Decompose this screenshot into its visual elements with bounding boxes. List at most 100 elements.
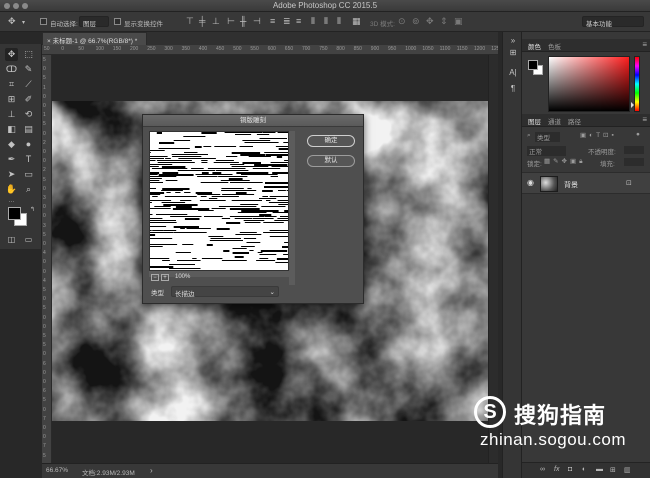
path-select-tool-icon[interactable]: ➤ bbox=[5, 168, 18, 181]
distribute-vcenter-icon[interactable]: ≣ bbox=[283, 16, 291, 27]
filter-icons[interactable]: ▣◐T⊡▪ bbox=[580, 131, 617, 139]
lock-icons[interactable]: ▦✎✥▣🔒︎ bbox=[544, 157, 586, 166]
distribute-left-icon[interactable]: ⦀ bbox=[311, 16, 315, 27]
zoom-value: 100% bbox=[175, 274, 191, 280]
slide-3d-icon[interactable]: ⇕ bbox=[440, 16, 448, 27]
align-bottom-icon[interactable]: ⊥ bbox=[212, 16, 220, 27]
roll-3d-icon[interactable]: ⊚ bbox=[412, 16, 420, 27]
workspace-switcher[interactable]: 基本功能 bbox=[582, 16, 644, 28]
horizontal-ruler[interactable]: 50 0 50 100 150 200 250 300 350 400 450 500 550 600 65… bbox=[42, 45, 498, 55]
ruler-tick-label: 0 bbox=[43, 149, 46, 155]
eyedropper-tool-icon[interactable]: ⟋ bbox=[22, 78, 35, 91]
document-tab[interactable]: × 未标题-1 @ 66.7%(RGB/8*) * bbox=[42, 32, 147, 45]
clone-stamp-tool-icon[interactable]: ⊥ bbox=[5, 108, 18, 121]
auto-align-icon[interactable]: ▦ bbox=[352, 16, 361, 27]
history-panel-icon[interactable]: ⊞ bbox=[507, 48, 519, 60]
hue-slider-handle[interactable] bbox=[631, 102, 634, 108]
show-transform-checkbox[interactable] bbox=[114, 18, 121, 25]
fx-icon[interactable]: fx bbox=[554, 466, 559, 473]
rectangle-tool-icon[interactable]: ▭ bbox=[22, 168, 35, 181]
brush-tool-icon[interactable]: ✐ bbox=[22, 93, 35, 106]
align-top-icon[interactable]: ⊤ bbox=[186, 16, 194, 27]
vertical-ruler[interactable]: 5051001502002503003504004505005506006507… bbox=[42, 55, 52, 463]
foreground-color-swatch[interactable] bbox=[528, 60, 538, 70]
panel-menu-icon[interactable]: ≡ bbox=[642, 40, 647, 49]
fill-field[interactable] bbox=[624, 158, 644, 166]
type-tool-icon[interactable]: T bbox=[22, 153, 35, 166]
align-vcenter-icon[interactable]: ╪ bbox=[199, 16, 205, 27]
color-picker-field[interactable] bbox=[548, 56, 630, 112]
history-brush-tool-icon[interactable]: ⟲ bbox=[22, 108, 35, 121]
auto-select-checkbox[interactable] bbox=[40, 18, 47, 25]
auto-select-dropdown[interactable]: 图层 bbox=[79, 16, 109, 28]
hand-tool-icon[interactable]: ✋ bbox=[5, 183, 18, 196]
dodge-tool-icon[interactable]: ● bbox=[22, 138, 35, 151]
move-tool-icon[interactable]: ✥ bbox=[8, 16, 16, 27]
distribute-top-icon[interactable]: ≡ bbox=[270, 16, 275, 27]
zoom-out-button[interactable]: − bbox=[151, 274, 159, 281]
ruler-tick-label: 200 bbox=[130, 46, 139, 52]
watermark-brand: 搜狗指南 bbox=[514, 403, 607, 428]
trash-icon[interactable]: ▥ bbox=[624, 466, 631, 474]
pen-tool-icon[interactable]: ✒ bbox=[5, 153, 18, 166]
ruler-tick-label: 400 bbox=[198, 46, 208, 52]
lasso-tool-icon[interactable]: ↀ bbox=[5, 63, 18, 76]
tab-layers[interactable]: 图层 bbox=[528, 116, 541, 126]
align-right-icon[interactable]: ⊣ bbox=[253, 16, 261, 27]
quick-mask-icon[interactable]: ◫ bbox=[5, 233, 18, 246]
panel-menu-icon[interactable]: ≡ bbox=[642, 115, 647, 124]
add-mask-icon[interactable]: ◘ bbox=[568, 466, 572, 473]
blend-mode-dropdown[interactable]: 正常 bbox=[527, 146, 566, 156]
watermark-url: zhinan.sogou.com bbox=[480, 430, 626, 449]
zoom-level[interactable]: 66.67% bbox=[46, 467, 68, 474]
crop-tool-icon[interactable]: ⌗ bbox=[5, 78, 18, 91]
scale-3d-icon[interactable]: ▣ bbox=[454, 16, 463, 27]
distribute-bottom-icon[interactable]: ≡ bbox=[296, 16, 301, 27]
new-group-icon[interactable]: ▬ bbox=[596, 466, 603, 473]
eye-icon[interactable]: ◉ bbox=[527, 178, 534, 187]
eraser-tool-icon[interactable]: ◧ bbox=[5, 123, 18, 136]
pan-3d-icon[interactable]: ✥ bbox=[426, 16, 434, 27]
foreground-color-swatch[interactable] bbox=[8, 207, 21, 220]
zoom-in-button[interactable]: + bbox=[161, 274, 169, 281]
opacity-field[interactable] bbox=[624, 146, 644, 154]
screen-mode-icon[interactable]: ▭ bbox=[22, 233, 35, 246]
type-dropdown[interactable]: 长描边 ⌄ bbox=[171, 286, 279, 298]
tab-swatches[interactable]: 色板 bbox=[548, 41, 561, 51]
layer-row-background[interactable]: ◉ 背景 ⊡ bbox=[522, 172, 650, 194]
zoom-tool-icon[interactable]: ⌕ bbox=[22, 183, 35, 196]
paragraph-panel-icon[interactable]: ¶ bbox=[507, 84, 519, 96]
tab-channels[interactable]: 通道 bbox=[548, 116, 561, 126]
swap-colors-icon[interactable]: ↰ bbox=[26, 204, 39, 217]
tab-color[interactable]: 颜色 bbox=[528, 41, 541, 51]
filter-toggle-icon[interactable]: ● bbox=[636, 131, 640, 138]
quick-select-tool-icon[interactable]: ✎ bbox=[22, 63, 35, 76]
ruler-tick-label: 0 bbox=[43, 185, 46, 192]
healing-brush-tool-icon[interactable]: ⊞ bbox=[5, 93, 18, 106]
filter-preview[interactable] bbox=[149, 131, 289, 271]
distribute-hcenter-icon[interactable]: ⦀ bbox=[324, 16, 328, 27]
adjustment-layer-icon[interactable]: ◐ bbox=[582, 466, 586, 473]
rotate-3d-icon[interactable]: ⊙ bbox=[398, 16, 406, 27]
ok-button[interactable]: 确定 bbox=[307, 135, 355, 147]
gradient-tool-icon[interactable]: ▤ bbox=[22, 123, 35, 136]
blur-tool-icon[interactable]: ◆ bbox=[5, 138, 18, 151]
distribute-right-icon[interactable]: ⦀ bbox=[337, 16, 341, 27]
link-layers-icon[interactable]: ∞ bbox=[540, 466, 545, 473]
status-menu-arrow[interactable]: › bbox=[150, 466, 153, 475]
default-button[interactable]: 默认 bbox=[307, 155, 355, 167]
preview-vertical-scrollbar[interactable] bbox=[289, 131, 295, 285]
new-layer-icon[interactable]: ⊞ bbox=[610, 466, 616, 474]
ruler-tick-label: 5 bbox=[43, 287, 46, 293]
document-info: 文档:2.93M/2.93M bbox=[82, 470, 135, 477]
character-panel-icon[interactable]: A| bbox=[507, 68, 519, 80]
hue-slider[interactable] bbox=[634, 56, 640, 112]
marquee-tool-icon[interactable]: ⬚ bbox=[22, 48, 35, 61]
align-hcenter-icon[interactable]: ╫ bbox=[240, 16, 246, 27]
tab-paths[interactable]: 路径 bbox=[568, 116, 581, 126]
chevron-down-icon[interactable]: ▾ bbox=[22, 18, 25, 29]
filter-kind-dropdown[interactable]: 类型 bbox=[535, 132, 560, 142]
move-tool-icon[interactable]: ✥ bbox=[5, 48, 18, 61]
align-left-icon[interactable]: ⊢ bbox=[227, 16, 235, 27]
collapse-icon[interactable]: » bbox=[507, 36, 519, 48]
